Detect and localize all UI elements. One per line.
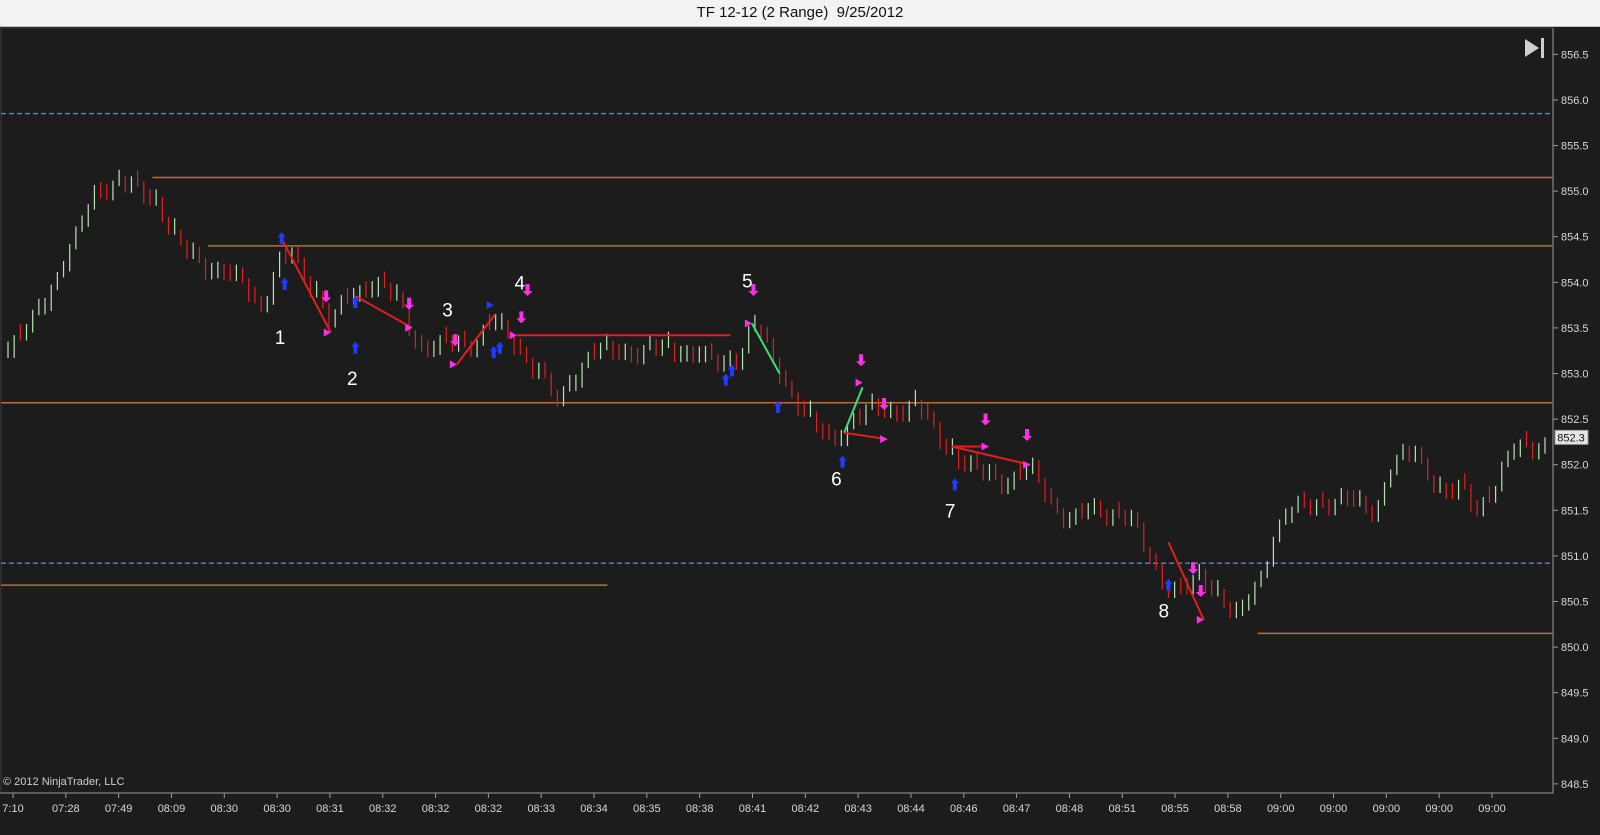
- time-tick-label: 08:47: [1003, 803, 1031, 815]
- time-tick-label: 08:55: [1161, 803, 1189, 815]
- time-tick-label: 08:32: [369, 803, 397, 815]
- current-price-label: 852.3: [1557, 432, 1585, 444]
- time-tick-label: 08:38: [686, 803, 714, 815]
- price-tick-label: 850.0: [1561, 642, 1589, 654]
- time-tick-label: 08:34: [580, 803, 608, 815]
- time-tick-label: 08:31: [316, 803, 344, 815]
- time-tick-label: 08:30: [211, 803, 239, 815]
- time-tick-label: 08:42: [792, 803, 820, 815]
- current-price-badge: 852.3: [1554, 429, 1589, 445]
- price-tick-label: 856.0: [1561, 95, 1589, 107]
- price-tick-label: 853.0: [1561, 369, 1589, 381]
- time-tick-label: 09:00: [1320, 803, 1348, 815]
- annotation-5: 5: [742, 272, 753, 293]
- time-tick-label: 08:44: [897, 803, 925, 815]
- time-tick-label: 09:00: [1425, 803, 1453, 815]
- time-tick-label: 08:58: [1214, 803, 1242, 815]
- time-tick-label: 08:35: [633, 803, 661, 815]
- price-tick-label: 849.0: [1561, 733, 1589, 745]
- time-tick-label: 08:30: [263, 803, 291, 815]
- price-tick-label: 848.5: [1561, 779, 1589, 791]
- price-tick-label: 855.0: [1561, 186, 1589, 198]
- time-tick-label: 07:49: [105, 803, 133, 815]
- annotation-3: 3: [442, 301, 453, 322]
- time-tick-label: 09:00: [1478, 803, 1506, 815]
- price-tick-label: 851.0: [1561, 551, 1589, 563]
- time-tick-label: 07:28: [52, 803, 80, 815]
- time-tick-label: 08:43: [844, 803, 872, 815]
- price-tick-label: 852.0: [1561, 460, 1589, 472]
- time-tick-label: 08:09: [158, 803, 186, 815]
- price-tick-label: 854.5: [1561, 232, 1589, 244]
- price-tick-label: 855.5: [1561, 141, 1589, 153]
- time-tick-label: 09:00: [1373, 803, 1401, 815]
- price-tick-label: 854.0: [1561, 277, 1589, 289]
- annotation-7: 7: [945, 501, 956, 522]
- time-tick-label: 08:41: [739, 803, 767, 815]
- time-tick-label: 08:51: [1108, 803, 1136, 815]
- price-chart[interactable]: 1 2 3 4 5 6 7 8 848.5 849.0 849.5 850.0 850.5 851.0 8…: [0, 27, 1600, 835]
- annotation-8: 8: [1159, 602, 1170, 623]
- time-tick-label: 08:33: [527, 803, 555, 815]
- price-tick-label: 849.5: [1561, 688, 1589, 700]
- time-tick-label: 7:10: [2, 803, 23, 815]
- chart-background: [0, 27, 1600, 835]
- time-tick-label: 09:00: [1267, 803, 1295, 815]
- time-tick-label: 08:32: [422, 803, 450, 815]
- price-tick-label: 853.5: [1561, 323, 1589, 335]
- annotation-4: 4: [515, 273, 526, 294]
- price-tick-label: 856.5: [1561, 49, 1589, 61]
- annotation-6: 6: [831, 469, 842, 490]
- annotation-1: 1: [275, 328, 286, 349]
- price-tick-label: 851.5: [1561, 505, 1589, 517]
- time-tick-label: 08:48: [1056, 803, 1084, 815]
- price-tick-label: 850.5: [1561, 597, 1589, 609]
- copyright-text: © 2012 NinjaTrader, LLC: [3, 776, 124, 788]
- price-tick-label: 852.5: [1561, 414, 1589, 426]
- annotation-2: 2: [347, 369, 358, 390]
- window-title: TF 12-12 (2 Range) 9/25/2012: [0, 0, 1600, 27]
- time-tick-label: 08:32: [475, 803, 503, 815]
- time-tick-label: 08:46: [950, 803, 978, 815]
